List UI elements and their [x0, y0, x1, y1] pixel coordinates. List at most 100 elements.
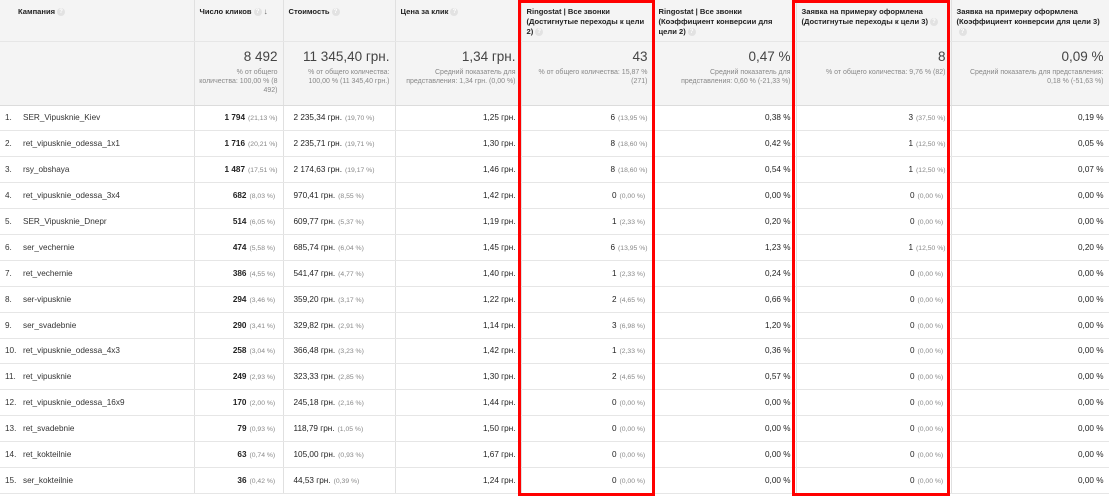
col-header-goal3-completions[interactable]: Заявка на примерку оформлена (Достигнуты…	[796, 0, 952, 42]
col-header-goal2-conversion[interactable]: Ringostat | Все звонки (Коэффициент конв…	[653, 0, 797, 42]
clicks-cell: 36 (0,42 %)	[194, 467, 284, 494]
cpc-value: 1,40 грн.	[482, 268, 516, 278]
goal3-cell: 0 (0,00 %)	[796, 467, 952, 494]
conv2-value: 0,00 %	[765, 191, 791, 201]
campaign-link[interactable]: ret_svadebnie	[23, 424, 74, 433]
goal2-percent: (0,00 %)	[619, 400, 646, 408]
conv2-cell: 0,36 %	[653, 338, 797, 365]
cost-cell: 970,41 грн. (8,55 %)	[283, 182, 396, 210]
cpc-value: 1,42 грн.	[482, 191, 516, 201]
conv2-cell: 0,00 %	[653, 415, 797, 443]
help-icon[interactable]: ?	[450, 8, 459, 16]
campaign-link[interactable]: ser-vipusknie	[23, 295, 71, 304]
table-row: 8. ser-vipusknie 294 (3,46 %) 359,20 грн. (3,…	[0, 286, 1109, 313]
cost-percent: (19,71 %)	[344, 141, 375, 149]
cost-value: 609,77 грн.	[293, 217, 336, 226]
conv3-cell: 0,00 %	[951, 182, 1109, 210]
campaign-link[interactable]: ret_vipusknie	[23, 372, 71, 381]
goal3-value: 1	[908, 165, 914, 175]
campaign-link[interactable]: ret_kokteilnie	[23, 450, 71, 459]
col-header-campaign[interactable]: Кампания?	[0, 0, 195, 42]
totals-goal3: 8 % от общего количества: 9,76 % (82)	[796, 41, 952, 106]
cost-cell: 609,77 грн. (5,37 %)	[283, 208, 396, 235]
cpc-value: 1,30 грн.	[482, 372, 516, 382]
row-index: 9.	[5, 320, 12, 330]
row-index: 11.	[5, 372, 16, 382]
goal3-percent: (0,00 %)	[917, 477, 944, 485]
totals-value: 0,47 %	[748, 48, 791, 64]
campaign-link[interactable]: ser_kokteilnie	[23, 476, 73, 485]
conv2-cell: 0,20 %	[653, 208, 797, 235]
campaign-link[interactable]: ser_vechernie	[23, 243, 74, 252]
goal3-cell: 0 (0,00 %)	[796, 260, 952, 287]
cost-cell: 359,20 грн. (3,17 %)	[283, 286, 396, 313]
goal2-percent: (4,65 %)	[619, 296, 646, 304]
help-icon[interactable]: ?	[331, 8, 340, 16]
cost-percent: (8,55 %)	[338, 193, 364, 201]
campaign-link[interactable]: ret_vipusknie_odessa_16x9	[23, 398, 125, 407]
help-icon[interactable]: ?	[958, 28, 967, 36]
cost-cell: 366,48 грн. (3,23 %)	[283, 338, 396, 365]
help-icon[interactable]: ?	[535, 28, 544, 36]
totals-sub: % от общего количества: 100,00 % (11 345…	[308, 68, 390, 85]
totals-clicks: 8 492 % от общего количества: 100,00 % (8…	[194, 41, 284, 106]
totals-sub: Средний показатель для представления: 0,…	[969, 68, 1104, 85]
conv2-value: 0,66 %	[765, 294, 791, 304]
conv2-value: 0,20 %	[765, 217, 791, 226]
goal2-percent: (18,60 %)	[618, 141, 648, 149]
clicks-percent: (0,42 %)	[249, 477, 276, 485]
col-header-goal3-conversion[interactable]: Заявка на примерку оформлена (Коэффициен…	[951, 0, 1109, 42]
cpc-value: 1,14 грн.	[482, 320, 516, 330]
campaign-cell: 4. ret_vipusknie_odessa_3x4	[0, 182, 195, 210]
goal3-percent: (12,50 %)	[916, 244, 946, 252]
goal3-percent: (0,00 %)	[917, 219, 944, 226]
help-icon[interactable]: ?	[930, 18, 938, 26]
col-header-cost[interactable]: Стоимость?	[283, 0, 396, 42]
campaign-link[interactable]: SER_Vipusknie_Dnepr	[23, 217, 107, 226]
conv3-cell: 0,00 %	[951, 260, 1109, 287]
campaign-link[interactable]: ret_vipusknie_odessa_3x4	[23, 191, 120, 200]
campaign-link[interactable]: ret_vipusknie_odessa_4x3	[23, 346, 120, 355]
goal3-value: 3	[908, 113, 914, 123]
cpc-cell: 1,22 грн.	[395, 286, 522, 313]
clicks-cell: 294 (3,46 %)	[194, 286, 284, 313]
conv3-value: 0,00 %	[1078, 294, 1104, 304]
cost-cell: 2 174,63 грн. (19,17 %)	[283, 156, 396, 184]
goal2-percent: (0,00 %)	[619, 193, 646, 201]
cpc-cell: 1,25 грн.	[395, 105, 522, 132]
help-icon[interactable]: ?	[687, 28, 696, 36]
help-icon[interactable]: ?	[253, 8, 262, 16]
conv3-cell: 0,00 %	[951, 467, 1109, 494]
campaign-link[interactable]: rsy_obshaya	[23, 165, 69, 174]
campaign-link[interactable]: ret_vechernie	[23, 269, 73, 278]
campaign-cell: 9. ser_svadebnie	[0, 312, 195, 339]
campaign-link[interactable]: ret_vipusknie_odessa_1x1	[23, 139, 120, 148]
goal2-cell: 6 (13,95 %)	[521, 105, 654, 132]
cost-value: 359,20 грн.	[293, 294, 336, 304]
clicks-value: 170	[232, 398, 247, 408]
col-header-cpc[interactable]: Цена за клик?	[395, 0, 522, 42]
campaign-link[interactable]: ser_svadebnie	[23, 321, 76, 330]
goal3-percent: (0,00 %)	[917, 322, 944, 330]
clicks-value: 1 716	[224, 139, 246, 149]
campaign-link[interactable]: SER_Vipusknie_Kiev	[23, 113, 100, 122]
goal3-cell: 0 (0,00 %)	[796, 286, 952, 313]
goal3-percent: (0,00 %)	[917, 348, 944, 356]
cpc-value: 1,30 грн.	[482, 139, 516, 149]
conv2-cell: 1,20 %	[653, 312, 797, 339]
cpc-value: 1,67 грн.	[482, 450, 516, 460]
goal2-cell: 0 (0,00 %)	[521, 441, 654, 468]
conv2-cell: 0,00 %	[653, 182, 797, 210]
col-header-label: Кампания	[18, 7, 56, 16]
help-icon[interactable]: ?	[57, 8, 66, 16]
goal3-value: 0	[909, 320, 915, 330]
conv2-value: 0,00 %	[765, 398, 791, 408]
col-header-clicks[interactable]: Число кликов? ↓	[194, 0, 284, 42]
conv3-cell: 0,19 %	[951, 105, 1109, 132]
cost-percent: (6,04 %)	[338, 244, 364, 252]
col-header-goal2-completions[interactable]: Ringostat | Все звонки (Достигнутые пере…	[521, 0, 654, 42]
goal3-cell: 0 (0,00 %)	[796, 312, 952, 339]
col-header-label: Заявка на примерку оформлена (Коэффициен…	[956, 7, 1100, 26]
conv2-cell: 0,00 %	[653, 467, 797, 494]
sort-desc-icon[interactable]: ↓	[264, 7, 268, 17]
